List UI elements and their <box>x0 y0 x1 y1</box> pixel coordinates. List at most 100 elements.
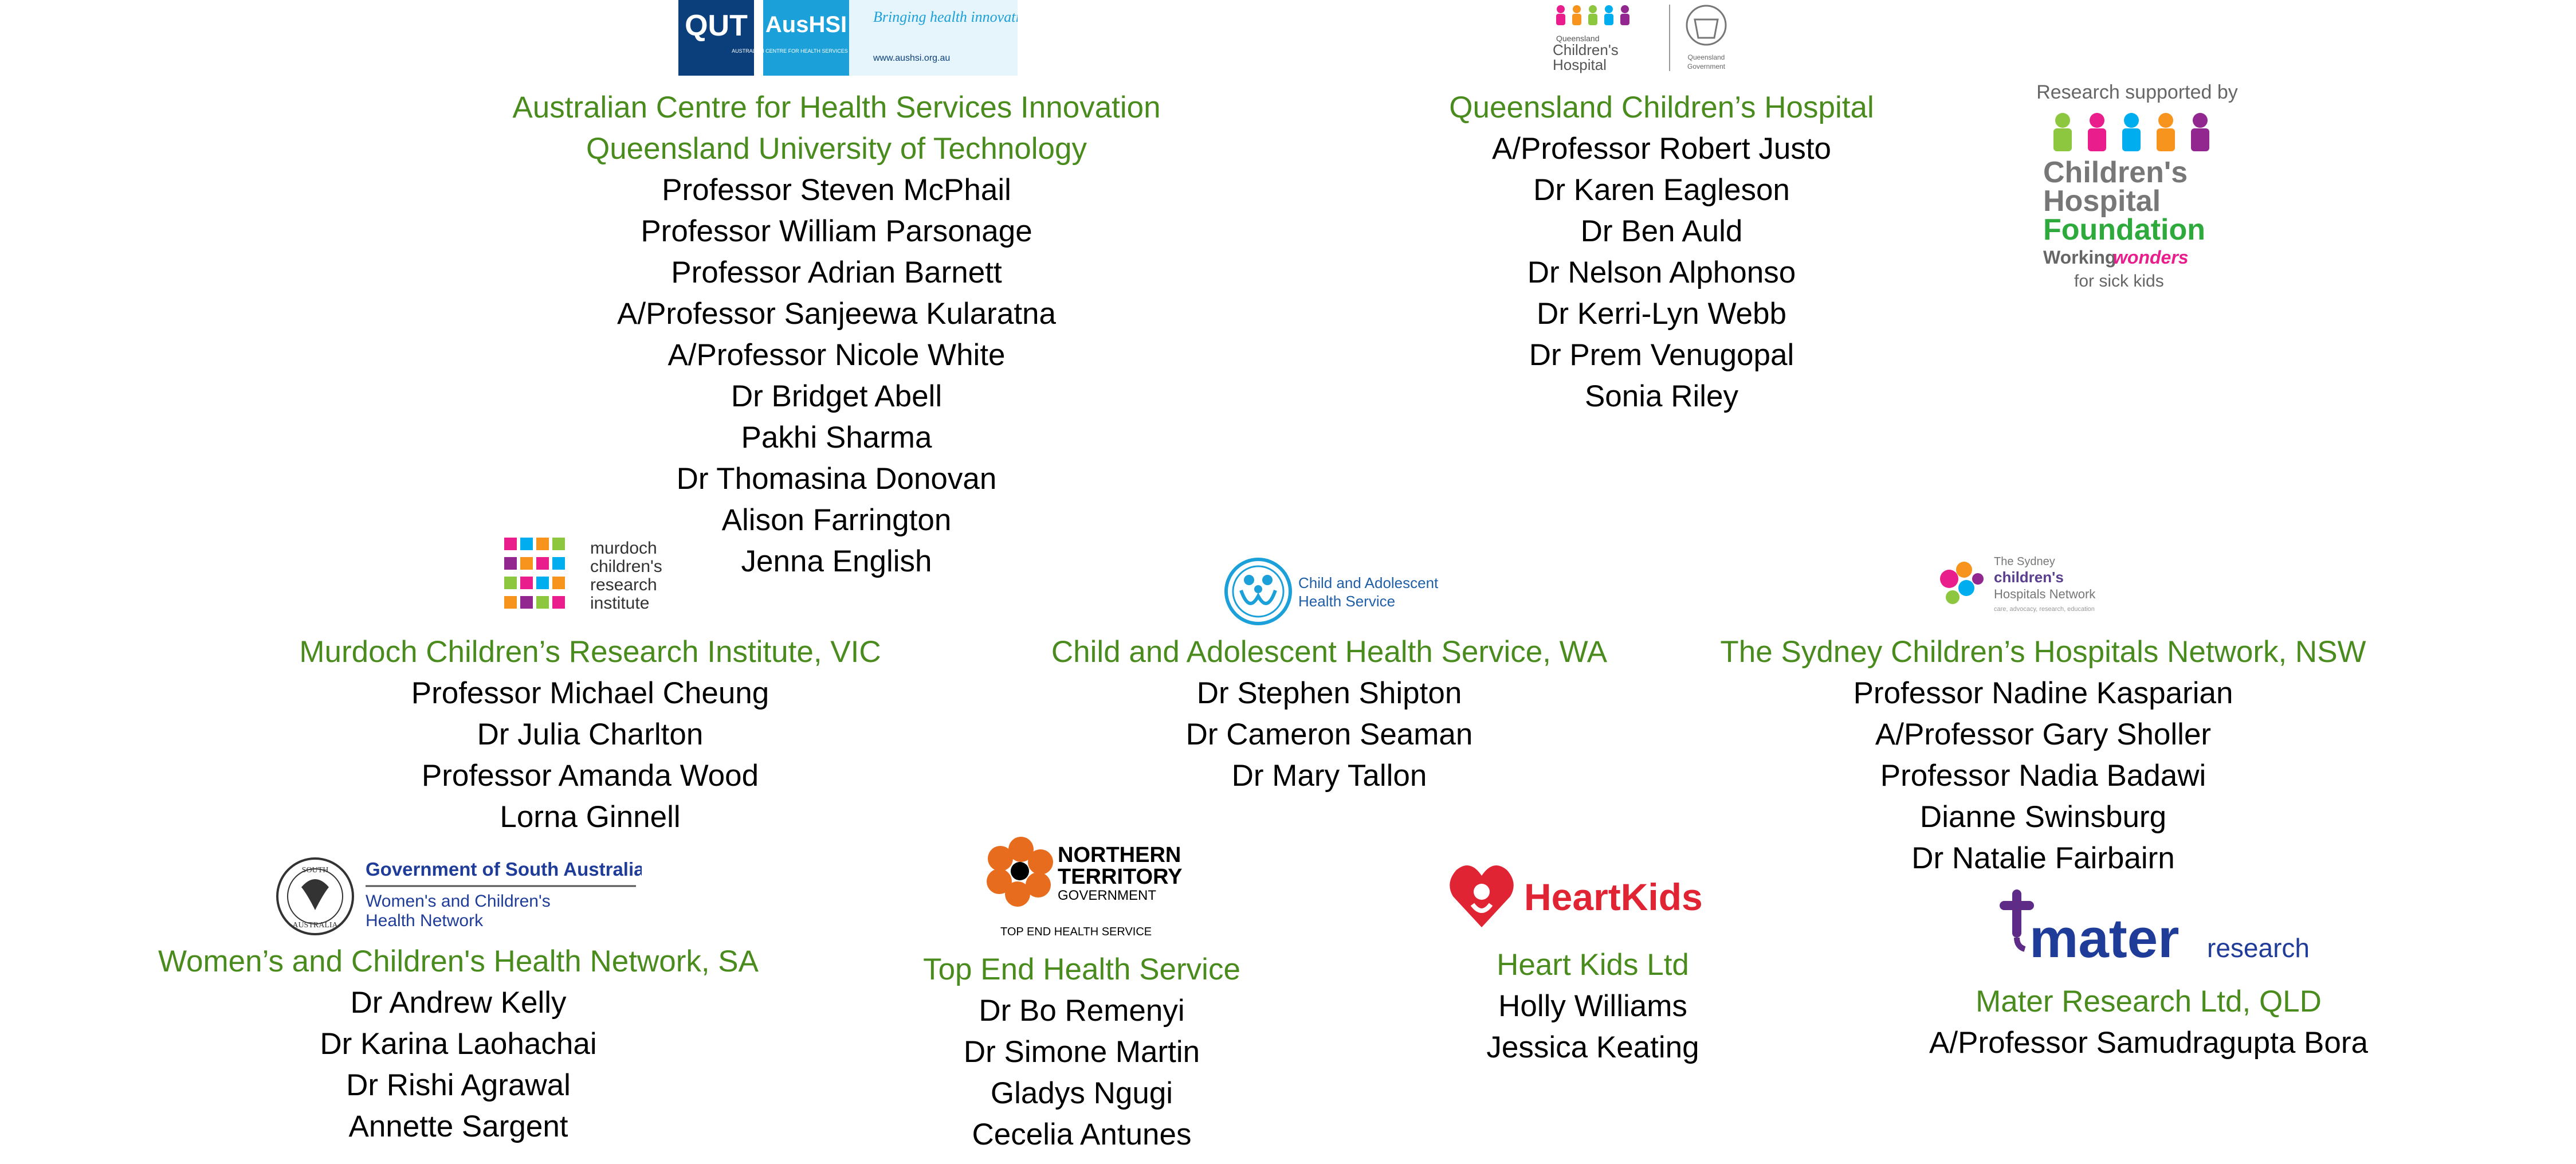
team-member: Professor Amanda Wood <box>421 759 759 793</box>
heartkids-team: Heart Kids Ltd Holly Williams Jessica Keat… <box>1364 944 1822 1068</box>
institution-name: Heart Kids Ltd <box>1497 948 1689 982</box>
svg-text:mater: mater <box>2029 908 2179 966</box>
svg-text:Hospitals Network: Hospitals Network <box>1994 587 2096 601</box>
team-member: Dr Kerri-Lyn Webb <box>1537 297 1786 331</box>
schn-team: The Sydney Children’s Hospitals Network,… <box>1671 632 2416 879</box>
mater-team: Mater Research Ltd, QLD A/Professor Samud… <box>1805 981 2492 1064</box>
team-member: Professor Adrian Barnett <box>671 256 1002 289</box>
team-member: Dr Julia Charlton <box>477 718 704 751</box>
sa-team: Women’s and Children's Health Network, S… <box>115 941 802 1147</box>
team-member: Dr Prem Venugopal <box>1529 338 1794 372</box>
svg-text:Women's and Children's: Women's and Children's <box>366 892 551 911</box>
team-member: Gladys Ngugi <box>990 1076 1173 1110</box>
team-member: Professor Michael Cheung <box>411 676 769 710</box>
team-member: Dr Nelson Alphonso <box>1527 256 1796 289</box>
svg-text:for sick kids: for sick kids <box>2074 272 2164 291</box>
aushsi-team: Australian Centre for Health Services In… <box>435 87 1238 582</box>
team-member: Dr Andrew Kelly <box>350 986 567 1020</box>
svg-text:Child and Adolescent: Child and Adolescent <box>1298 574 1439 591</box>
institution-name: Australian Centre for Health Services In… <box>512 91 1161 124</box>
institution-name: Top End Health Service <box>923 953 1240 986</box>
team-member: Pakhi Sharma <box>741 421 932 454</box>
svg-text:Foundation: Foundation <box>2043 213 2205 246</box>
qut-aushsi-logo: QUT AusHSI AUSTRALIAN CENTRE FOR HEALTH … <box>678 0 1018 76</box>
team-member: A/Professor Nicole White <box>667 338 1006 372</box>
childrens-hospital-foundation-logo: Research supported by Children's Hospita… <box>2017 79 2257 297</box>
svg-text:institute: institute <box>590 594 649 613</box>
svg-text:Working: Working <box>2043 247 2116 268</box>
team-member: Dianne Swinsburg <box>1919 800 2167 834</box>
child-adolescent-health-service-logo: Child and Adolescent Health Service <box>1224 556 1442 630</box>
team-member: A/Professor Samudragupta Bora <box>1929 1026 2368 1060</box>
mater-research-logo: mater research <box>1996 889 2328 966</box>
team-member: A/Professor Gary Sholler <box>1875 718 2212 751</box>
team-member: Professor Steven McPhail <box>662 173 1011 207</box>
svg-text:children's: children's <box>1994 569 2064 586</box>
heartkids-logo: HeartKids <box>1447 860 1705 934</box>
team-member: Annette Sargent <box>348 1110 568 1143</box>
svg-text:www.aushsi.org.au: www.aushsi.org.au <box>873 53 950 63</box>
svg-text:Government: Government <box>1687 62 1726 70</box>
team-member: Dr Mary Tallon <box>1231 759 1427 793</box>
svg-text:care, advocacy, research, educ: care, advocacy, research, education <box>1994 606 2095 613</box>
svg-text:Government of South Australia: Government of South Australia <box>366 859 642 880</box>
team-member: Dr Bo Remenyi <box>979 994 1185 1028</box>
svg-text:GOVERNMENT: GOVERNMENT <box>1058 888 1156 903</box>
svg-text:Bringing health innovation to: Bringing health innovation to life <box>873 9 1018 25</box>
team-member: Professor William Parsonage <box>641 214 1032 248</box>
institution-name: Murdoch Children’s Research Institute, V… <box>299 635 881 669</box>
queensland-childrens-hospital-logo: Queensland Children's Hospital Queenslan… <box>1550 0 1739 76</box>
team-member: Lorna Ginnell <box>500 800 681 834</box>
team-member: Dr Rishi Agrawal <box>346 1068 571 1102</box>
svg-text:HeartKids: HeartKids <box>1524 876 1703 918</box>
svg-text:research: research <box>2207 933 2310 963</box>
team-member: Holly Williams <box>1498 989 1687 1023</box>
team-member: Jenna English <box>741 544 932 578</box>
svg-text:Health Service: Health Service <box>1298 593 1395 610</box>
sydney-childrens-hospitals-network-logo: The Sydney children's Hospitals Network … <box>1937 550 2103 619</box>
team-member: Cecelia Antunes <box>972 1118 1192 1151</box>
team-member: Alison Farrington <box>721 503 952 537</box>
svg-text:Research supported by: Research supported by <box>2036 81 2238 103</box>
team-member: A/Professor Sanjeewa Kularatna <box>617 297 1056 331</box>
svg-text:Queensland: Queensland <box>1688 53 1725 61</box>
team-member: Dr Bridget Abell <box>731 379 943 413</box>
qut-logo: QUT AusHSI AUSTRALIAN CENTRE FOR HEALTH … <box>678 0 1018 76</box>
team-member: Dr Simone Martin <box>963 1035 1200 1069</box>
team-member: Dr Ben Auld <box>1580 214 1743 248</box>
cahs-team: Child and Adolescent Health Service, WA D… <box>985 632 1673 797</box>
team-member: Jessica Keating <box>1486 1030 1699 1064</box>
institution-name: Queensland Children’s Hospital <box>1449 91 1874 124</box>
svg-text:AUSTRALIA: AUSTRALIA <box>292 921 338 930</box>
team-member: Sonia Riley <box>1584 379 1739 413</box>
team-member: Professor Nadine Kasparian <box>1853 676 2233 710</box>
mcri-team: Murdoch Children’s Research Institute, V… <box>189 632 991 838</box>
svg-text:TERRITORY: TERRITORY <box>1058 865 1182 889</box>
team-member: Dr Karen Eagleson <box>1533 173 1790 207</box>
institution-name: Mater Research Ltd, QLD <box>1976 985 2322 1018</box>
government-south-australia-logo: SOUTH AUSTRALIA Government of South Aust… <box>275 854 642 940</box>
team-member: Dr Karina Laohachai <box>320 1027 597 1061</box>
institution-name: Women’s and Children's Health Network, S… <box>158 944 759 978</box>
nt-team: Top End Health Service Dr Bo Remenyi Dr Si… <box>853 949 1311 1155</box>
institution-name: Queensland University of Technology <box>586 132 1087 166</box>
svg-text:SOUTH: SOUTH <box>302 866 329 875</box>
institution-name: The Sydney Children’s Hospitals Network,… <box>1720 635 2366 669</box>
team-member: Dr Thomasina Donovan <box>676 462 997 496</box>
svg-text:TOP END HEALTH SERVICE: TOP END HEALTH SERVICE <box>1000 926 1152 938</box>
svg-text:Health Network: Health Network <box>366 911 484 930</box>
team-member: A/Professor Robert Justo <box>1491 132 1832 166</box>
svg-text:wonders: wonders <box>2113 247 2189 268</box>
team-member: Dr Stephen Shipton <box>1196 676 1462 710</box>
svg-text:NORTHERN: NORTHERN <box>1058 843 1181 867</box>
svg-text:AusHSI: AusHSI <box>765 12 847 37</box>
northern-territory-government-logo: NORTHERN TERRITORY GOVERNMENT TOP END HE… <box>983 832 1201 941</box>
team-member: Dr Cameron Seaman <box>1185 718 1473 751</box>
institution-name: Child and Adolescent Health Service, WA <box>1051 635 1608 669</box>
svg-text:Hospital: Hospital <box>1553 56 1607 73</box>
team-member: Professor Nadia Badawi <box>1880 759 2206 793</box>
team-member: Dr Natalie Fairbairn <box>1911 841 2175 875</box>
qch-team: Queensland Children’s Hospital A/Professo… <box>1318 87 2005 417</box>
svg-text:The Sydney: The Sydney <box>1994 555 2055 568</box>
svg-text:QUT: QUT <box>685 9 748 42</box>
